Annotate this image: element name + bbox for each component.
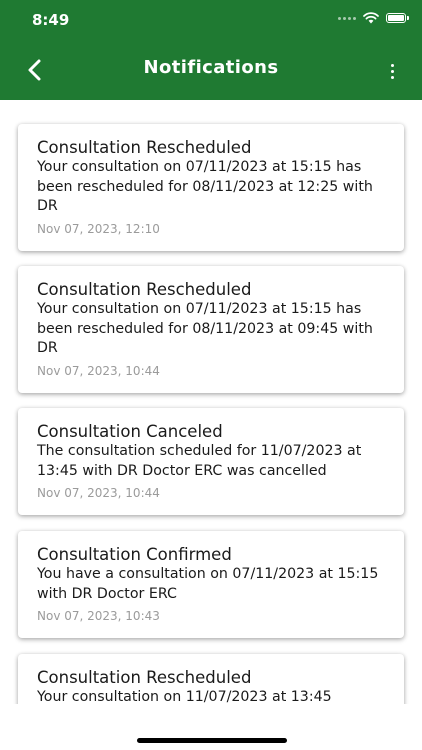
signal-dots-icon: [338, 16, 356, 20]
status-icons: [338, 12, 409, 24]
notification-title: Consultation Rescheduled: [37, 138, 252, 157]
notification-body: Your consultation on 07/11/2023 at 15:15…: [37, 159, 373, 214]
battery-icon: [386, 13, 409, 23]
notification-title: Consultation Rescheduled: [37, 280, 252, 299]
notification-body: Your consultation on 07/11/2023 at 15:15…: [37, 301, 373, 356]
notification-card[interactable]: Consultation Rescheduled Your consultati…: [18, 124, 404, 251]
notification-title: Consultation Confirmed: [37, 545, 232, 564]
bottom-safe-area: [0, 704, 422, 750]
notification-time: Nov 07, 2023, 12:10: [37, 221, 160, 236]
wifi-icon: [363, 12, 379, 24]
status-time: 8:49: [32, 11, 70, 29]
notification-body: Your consultation on 11/07/2023 at 13:45: [37, 689, 332, 704]
notification-title: Consultation Canceled: [37, 422, 223, 441]
more-vertical-icon: [390, 63, 394, 67]
notification-card[interactable]: Consultation Confirmed You have a consul…: [18, 531, 404, 638]
more-options-button[interactable]: [384, 60, 400, 82]
notification-body: The consultation scheduled for 11/07/202…: [37, 443, 362, 479]
app-header: 8:49 Notifications: [0, 0, 422, 100]
notification-time: Nov 07, 2023, 10:44: [37, 486, 160, 500]
notification-card[interactable]: Consultation Rescheduled Your consultati…: [18, 654, 404, 704]
home-indicator[interactable]: [137, 738, 287, 743]
notification-body: You have a consultation on 07/11/2023 at…: [37, 566, 379, 602]
notification-time: Nov 07, 2023, 10:43: [37, 609, 160, 623]
notification-title: Consultation Rescheduled: [37, 668, 252, 687]
notification-list[interactable]: Consultation Rescheduled Your consultati…: [0, 100, 422, 704]
page-title: Notifications: [143, 57, 279, 78]
notification-card[interactable]: Consultation Canceled The consultation s…: [18, 408, 404, 515]
notification-card[interactable]: Consultation Rescheduled Your consultati…: [18, 266, 404, 393]
notification-time: Nov 07, 2023, 10:44: [37, 363, 160, 378]
